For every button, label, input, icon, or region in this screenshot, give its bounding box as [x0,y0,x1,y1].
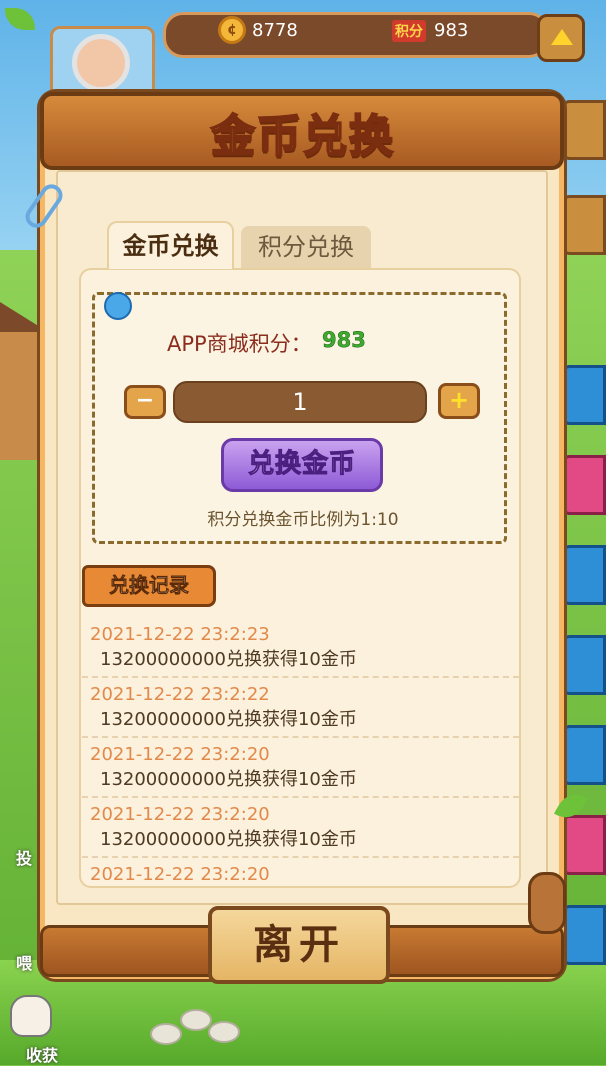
exchange-coins-button[interactable]: 兑换金币 [221,438,383,492]
harvest-button[interactable]: 收获 [2,1042,82,1066]
record-time: 2021-12-22 23:2:20 [90,804,270,825]
record-desc: 13200000000兑换获得10金币 [100,829,357,850]
stepping-stones [150,1005,245,1055]
exchange-records-list[interactable]: 2021-12-22 23:2:23 13200000000兑换获得10金币 2… [82,618,519,880]
quantity-input[interactable]: 1 [173,381,427,423]
list-item: 2021-12-22 23:2:23 13200000000兑换获得10金币 [82,618,519,678]
leave-button[interactable]: 离开 [208,906,390,984]
list-item: 2021-12-22 23:2:22 13200000000兑换获得10金币 [82,678,519,738]
log-icon [528,872,566,934]
side-button-garden[interactable] [560,725,606,785]
score-count: 983 [434,20,469,41]
level-up-icon[interactable] [537,14,585,62]
side-button-2[interactable] [560,195,606,255]
decrease-button[interactable]: − [124,385,166,419]
score-tag: 积分 [392,20,426,42]
pushpin-icon [104,292,132,320]
record-desc: 13200000000兑换获得10金币 [100,709,357,730]
side-button-barn[interactable] [560,545,606,605]
side-button-yard[interactable] [560,905,606,965]
app-score-value: 983 [322,328,366,353]
coin-icon: ¢ [218,16,246,44]
record-desc: 13200000000兑换获得10金币 [100,649,357,670]
tab-score-exchange[interactable]: 积分兑换 [241,226,371,268]
coin-count: 8778 [252,20,298,41]
harvest-hand-icon [10,995,52,1037]
record-time: 2021-12-22 23:2:22 [90,684,270,705]
list-item: 2021-12-22 23:2:20 13200000000兑换获得10金币 [82,798,519,858]
grandpa-face-icon [72,34,130,92]
list-item: 2021-12-22 23:2:20 [82,858,519,880]
side-button-pasture[interactable] [560,365,606,425]
record-time: 2021-12-22 23:2:20 [90,864,270,880]
list-item: 2021-12-22 23:2:20 13200000000兑换获得10金币 [82,738,519,798]
record-time: 2021-12-22 23:2:20 [90,744,270,765]
dialog-title: 金币兑换 [210,110,395,163]
increase-button[interactable]: + [438,383,480,419]
side-button-manor[interactable] [560,635,606,695]
record-time: 2021-12-22 23:2:23 [90,624,270,645]
tab-coin-exchange[interactable]: 金币兑换 [107,221,234,269]
app-score-label: APP商城积分： [167,332,312,356]
exchange-records-title: 兑换记录 [82,565,216,607]
exchange-ratio-text: 积分兑换金币比例为1:10 [207,510,399,530]
record-desc: 13200000000兑换获得10金币 [100,769,357,790]
side-button-field[interactable] [560,815,606,875]
